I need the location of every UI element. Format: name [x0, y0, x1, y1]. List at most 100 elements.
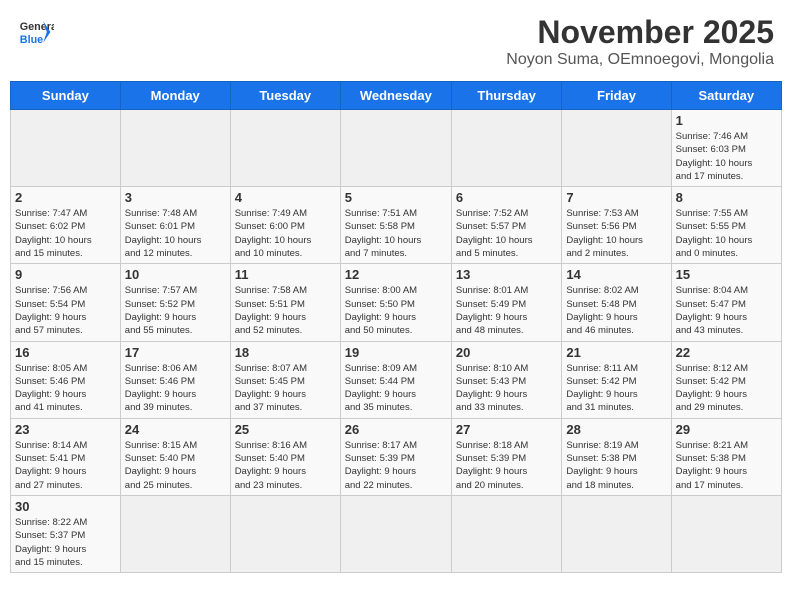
day-info: Sunrise: 8:04 AM Sunset: 5:47 PM Dayligh… — [676, 284, 777, 337]
calendar-cell: 13 Sunrise: 8:01 AM Sunset: 5:49 PM Dayli… — [451, 264, 561, 341]
day-number: 8 — [676, 190, 777, 205]
calendar-cell — [230, 495, 340, 572]
calendar-week-4: 16Sunrise: 8:05 AM Sunset: 5:46 PM Dayli… — [11, 341, 782, 418]
calendar-cell: 24 Sunrise: 8:15 AM Sunset: 5:40 PM Dayli… — [120, 418, 230, 495]
calendar-cell: 12Sunrise: 8:00 AM Sunset: 5:50 PM Dayli… — [340, 264, 451, 341]
calendar-cell: 5 Sunrise: 7:51 AM Sunset: 5:58 PM Daylig… — [340, 187, 451, 264]
day-number: 19 — [345, 345, 447, 360]
calendar-cell: 15 Sunrise: 8:04 AM Sunset: 5:47 PM Dayli… — [671, 264, 781, 341]
logo-icon: General Blue — [18, 14, 54, 50]
calendar-cell: 20Sunrise: 8:10 AM Sunset: 5:43 PM Dayli… — [451, 341, 561, 418]
month-title: November 2025 — [506, 14, 774, 51]
calendar-cell: 7Sunrise: 7:53 AM Sunset: 5:56 PM Daylig… — [562, 187, 671, 264]
day-number: 18 — [235, 345, 336, 360]
day-info: Sunrise: 7:57 AM Sunset: 5:52 PM Dayligh… — [125, 284, 226, 337]
day-info: Sunrise: 8:19 AM Sunset: 5:38 PM Dayligh… — [566, 439, 666, 492]
day-number: 23 — [15, 422, 116, 437]
day-number: 3 — [125, 190, 226, 205]
day-number: 2 — [15, 190, 116, 205]
day-number: 17 — [125, 345, 226, 360]
day-number: 7 — [566, 190, 666, 205]
day-number: 21 — [566, 345, 666, 360]
calendar-cell: 11 Sunrise: 7:58 AM Sunset: 5:51 PM Dayli… — [230, 264, 340, 341]
day-info: Sunrise: 8:18 AM Sunset: 5:39 PM Dayligh… — [456, 439, 557, 492]
page-header: General Blue November 2025 Noyon Suma, O… — [10, 10, 782, 73]
calendar-cell — [671, 495, 781, 572]
day-info: Sunrise: 8:10 AM Sunset: 5:43 PM Dayligh… — [456, 362, 557, 415]
day-info: Sunrise: 7:46 AM Sunset: 6:03 PM Dayligh… — [676, 130, 777, 183]
day-info: Sunrise: 8:07 AM Sunset: 5:45 PM Dayligh… — [235, 362, 336, 415]
calendar-cell: 17Sunrise: 8:06 AM Sunset: 5:46 PM Dayli… — [120, 341, 230, 418]
day-info: Sunrise: 7:48 AM Sunset: 6:01 PM Dayligh… — [125, 207, 226, 260]
svg-text:Blue: Blue — [20, 34, 43, 46]
day-info: Sunrise: 8:14 AM Sunset: 5:41 PM Dayligh… — [15, 439, 116, 492]
calendar-table: SundayMondayTuesdayWednesdayThursdayFrid… — [10, 81, 782, 573]
day-info: Sunrise: 7:58 AM Sunset: 5:51 PM Dayligh… — [235, 284, 336, 337]
calendar-cell — [120, 495, 230, 572]
day-info: Sunrise: 7:51 AM Sunset: 5:58 PM Dayligh… — [345, 207, 447, 260]
calendar-cell: 27 Sunrise: 8:18 AM Sunset: 5:39 PM Dayli… — [451, 418, 561, 495]
day-number: 30 — [15, 499, 116, 514]
calendar-cell: 22Sunrise: 8:12 AM Sunset: 5:42 PM Dayli… — [671, 341, 781, 418]
calendar-cell — [340, 495, 451, 572]
calendar-cell — [562, 495, 671, 572]
day-info: Sunrise: 8:09 AM Sunset: 5:44 PM Dayligh… — [345, 362, 447, 415]
calendar-cell: 28 Sunrise: 8:19 AM Sunset: 5:38 PM Dayli… — [562, 418, 671, 495]
calendar-cell: 14 Sunrise: 8:02 AM Sunset: 5:48 PM Dayli… — [562, 264, 671, 341]
day-header-friday: Friday — [562, 82, 671, 110]
calendar-cell: 25Sunrise: 8:16 AM Sunset: 5:40 PM Dayli… — [230, 418, 340, 495]
calendar-header-row: SundayMondayTuesdayWednesdayThursdayFrid… — [11, 82, 782, 110]
logo: General Blue — [18, 14, 54, 50]
day-number: 25 — [235, 422, 336, 437]
day-info: Sunrise: 8:11 AM Sunset: 5:42 PM Dayligh… — [566, 362, 666, 415]
calendar-cell: 18 Sunrise: 8:07 AM Sunset: 5:45 PM Dayli… — [230, 341, 340, 418]
day-header-thursday: Thursday — [451, 82, 561, 110]
calendar-cell: 8 Sunrise: 7:55 AM Sunset: 5:55 PM Daylig… — [671, 187, 781, 264]
calendar-cell — [451, 495, 561, 572]
day-number: 28 — [566, 422, 666, 437]
day-number: 11 — [235, 267, 336, 282]
calendar-week-6: 30 Sunrise: 8:22 AM Sunset: 5:37 PM Dayli… — [11, 495, 782, 572]
day-info: Sunrise: 8:02 AM Sunset: 5:48 PM Dayligh… — [566, 284, 666, 337]
day-info: Sunrise: 8:22 AM Sunset: 5:37 PM Dayligh… — [15, 516, 116, 569]
location-subtitle: Noyon Suma, OEmnoegovi, Mongolia — [506, 51, 774, 69]
calendar-cell: 21 Sunrise: 8:11 AM Sunset: 5:42 PM Dayli… — [562, 341, 671, 418]
calendar-week-2: 2 Sunrise: 7:47 AM Sunset: 6:02 PM Daylig… — [11, 187, 782, 264]
day-header-wednesday: Wednesday — [340, 82, 451, 110]
calendar-cell: 2 Sunrise: 7:47 AM Sunset: 6:02 PM Daylig… — [11, 187, 121, 264]
day-number: 24 — [125, 422, 226, 437]
day-number: 27 — [456, 422, 557, 437]
calendar-cell — [230, 110, 340, 187]
calendar-week-1: 1 Sunrise: 7:46 AM Sunset: 6:03 PM Daylig… — [11, 110, 782, 187]
day-info: Sunrise: 7:55 AM Sunset: 5:55 PM Dayligh… — [676, 207, 777, 260]
day-header-sunday: Sunday — [11, 82, 121, 110]
day-number: 14 — [566, 267, 666, 282]
day-number: 15 — [676, 267, 777, 282]
calendar-cell: 29Sunrise: 8:21 AM Sunset: 5:38 PM Dayli… — [671, 418, 781, 495]
day-info: Sunrise: 8:15 AM Sunset: 5:40 PM Dayligh… — [125, 439, 226, 492]
title-section: November 2025 Noyon Suma, OEmnoegovi, Mo… — [506, 14, 774, 69]
day-number: 9 — [15, 267, 116, 282]
day-number: 26 — [345, 422, 447, 437]
day-number: 1 — [676, 113, 777, 128]
calendar-week-3: 9 Sunrise: 7:56 AM Sunset: 5:54 PM Daylig… — [11, 264, 782, 341]
day-info: Sunrise: 8:01 AM Sunset: 5:49 PM Dayligh… — [456, 284, 557, 337]
calendar-cell: 3 Sunrise: 7:48 AM Sunset: 6:01 PM Daylig… — [120, 187, 230, 264]
calendar-cell: 19 Sunrise: 8:09 AM Sunset: 5:44 PM Dayli… — [340, 341, 451, 418]
calendar-cell: 9 Sunrise: 7:56 AM Sunset: 5:54 PM Daylig… — [11, 264, 121, 341]
day-number: 5 — [345, 190, 447, 205]
day-number: 6 — [456, 190, 557, 205]
day-info: Sunrise: 7:47 AM Sunset: 6:02 PM Dayligh… — [15, 207, 116, 260]
calendar-cell: 16Sunrise: 8:05 AM Sunset: 5:46 PM Dayli… — [11, 341, 121, 418]
day-number: 13 — [456, 267, 557, 282]
calendar-cell — [340, 110, 451, 187]
calendar-cell: 23 Sunrise: 8:14 AM Sunset: 5:41 PM Dayli… — [11, 418, 121, 495]
day-info: Sunrise: 7:56 AM Sunset: 5:54 PM Dayligh… — [15, 284, 116, 337]
calendar-cell: 26Sunrise: 8:17 AM Sunset: 5:39 PM Dayli… — [340, 418, 451, 495]
day-header-saturday: Saturday — [671, 82, 781, 110]
day-header-tuesday: Tuesday — [230, 82, 340, 110]
calendar-week-5: 23 Sunrise: 8:14 AM Sunset: 5:41 PM Dayli… — [11, 418, 782, 495]
calendar-cell — [451, 110, 561, 187]
calendar-cell — [120, 110, 230, 187]
calendar-cell — [562, 110, 671, 187]
